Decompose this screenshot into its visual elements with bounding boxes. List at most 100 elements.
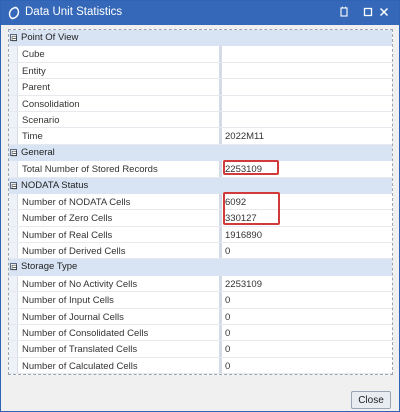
column-splitter[interactable] [219,62,222,79]
column-splitter[interactable] [219,275,222,292]
property-row[interactable]: Number of Calculated Cells 0 [9,357,392,374]
property-row[interactable]: Number of Translated Cells 0 [9,341,392,358]
highlight-nodata-zero [223,192,280,225]
property-label: Parent [22,82,50,94]
property-grid-rows: ⊟ Point Of View Cube Entity Parent Consolidat… [9,30,392,374]
property-label: Number of Zero Cells [22,213,113,225]
property-label: Number of Journal Cells [22,311,124,323]
row-gutter [9,128,18,144]
property-row[interactable]: Consolidation [9,95,392,112]
row-gutter [9,325,18,341]
row-gutter [9,341,18,357]
column-splitter[interactable] [219,308,222,325]
column-splitter[interactable] [219,292,222,308]
collapse-icon[interactable]: ⊟ [10,181,18,190]
group-header[interactable]: ⊟ NODATA Status [9,177,392,194]
maximize-icon[interactable] [361,5,375,19]
column-splitter[interactable] [219,79,222,95]
property-label: Number of Real Cells [22,229,113,241]
property-value: 2022M11 [225,131,264,143]
redacted-value [223,111,295,128]
column-splitter[interactable] [219,193,222,210]
property-row[interactable]: Number of Journal Cells 0 [9,308,392,326]
property-value: 0 [225,328,231,340]
close-button[interactable]: Close [351,391,391,409]
column-splitter[interactable] [219,46,222,62]
property-row[interactable]: Total Number of Stored Records 2253109 [9,161,392,178]
redacted-value [223,46,295,62]
property-grid[interactable]: ⊟ Point Of View Cube Entity Parent Consolidat… [8,29,393,375]
property-value: 0 [225,246,231,258]
row-gutter [9,210,18,226]
property-label: Entity [22,65,46,77]
property-row[interactable]: Time 2022M11 [9,128,392,145]
column-splitter[interactable] [219,210,222,226]
property-label: Time [22,131,43,143]
close-glyph [379,7,389,17]
row-gutter [9,275,18,292]
close-icon[interactable] [377,5,391,19]
property-value: 0 [225,311,231,323]
maximize-glyph [363,7,373,17]
column-splitter[interactable] [219,243,222,259]
column-splitter[interactable] [219,161,222,177]
property-label: Cube [22,49,45,61]
window-title: Data Unit Statistics [25,6,123,18]
row-gutter [9,308,18,325]
row-gutter [9,62,18,79]
column-splitter[interactable] [219,111,222,128]
column-splitter[interactable] [219,325,222,341]
property-label: Number of Input Cells [22,295,114,307]
redacted-value [223,79,295,95]
row-gutter [9,357,18,374]
property-label: Number of NODATA Cells [22,196,131,208]
row-gutter [9,79,18,95]
restore-glyph [340,6,348,17]
property-row[interactable]: Parent [9,79,392,96]
collapse-icon[interactable]: ⊟ [10,148,18,157]
collapse-icon[interactable]: ⊟ [10,34,18,43]
property-label: Number of Calculated Cells [22,360,138,372]
group-label: Storage Type [21,261,78,273]
restore-icon[interactable] [337,5,351,19]
property-label: Scenario [22,114,60,126]
property-value: 0 [225,360,231,372]
group-label: Point Of View [21,32,79,43]
column-splitter[interactable] [219,95,222,111]
property-row[interactable]: Entity [9,62,392,80]
row-gutter [9,243,18,259]
row-gutter [9,226,18,243]
column-splitter[interactable] [219,341,222,357]
property-value: 1916890 [225,229,262,241]
column-splitter[interactable] [219,128,222,144]
property-row[interactable]: Number of Input Cells 0 [9,292,392,309]
group-header[interactable]: ⊟ Storage Type [9,259,392,276]
property-row[interactable]: Scenario [9,111,392,129]
property-row[interactable]: Cube [9,46,392,63]
property-row[interactable]: Number of No Activity Cells 2253109 [9,275,392,293]
property-label: Number of Translated Cells [22,344,138,356]
property-value: 2253109 [225,278,262,290]
collapse-icon[interactable]: ⊟ [10,263,18,272]
property-value: 0 [225,295,231,307]
property-label: Number of Derived Cells [22,246,126,258]
highlight-total-records [223,160,279,175]
group-label: NODATA Status [21,179,89,191]
property-row[interactable]: Number of NODATA Cells 6092 [9,193,392,211]
property-label: Number of Consolidated Cells [22,328,149,340]
property-row[interactable]: Number of Zero Cells 330127 [9,210,392,227]
property-value: 0 [225,344,231,356]
row-gutter [9,161,18,177]
group-header[interactable]: ⊟ General [9,144,392,162]
dialog-window: Data Unit Statistics ⊟ Point Of View Cube E… [0,0,400,412]
group-label: General [21,146,55,158]
column-splitter[interactable] [219,357,222,374]
property-row[interactable]: Number of Derived Cells 0 [9,243,392,260]
property-row[interactable]: Number of Real Cells 1916890 [9,226,392,244]
row-gutter [9,292,18,308]
property-row[interactable]: Number of Consolidated Cells 0 [9,325,392,342]
title-bar[interactable]: Data Unit Statistics [1,1,399,25]
row-gutter [9,111,18,128]
group-header[interactable]: ⊟ Point Of View [9,30,392,47]
column-splitter[interactable] [219,226,222,243]
